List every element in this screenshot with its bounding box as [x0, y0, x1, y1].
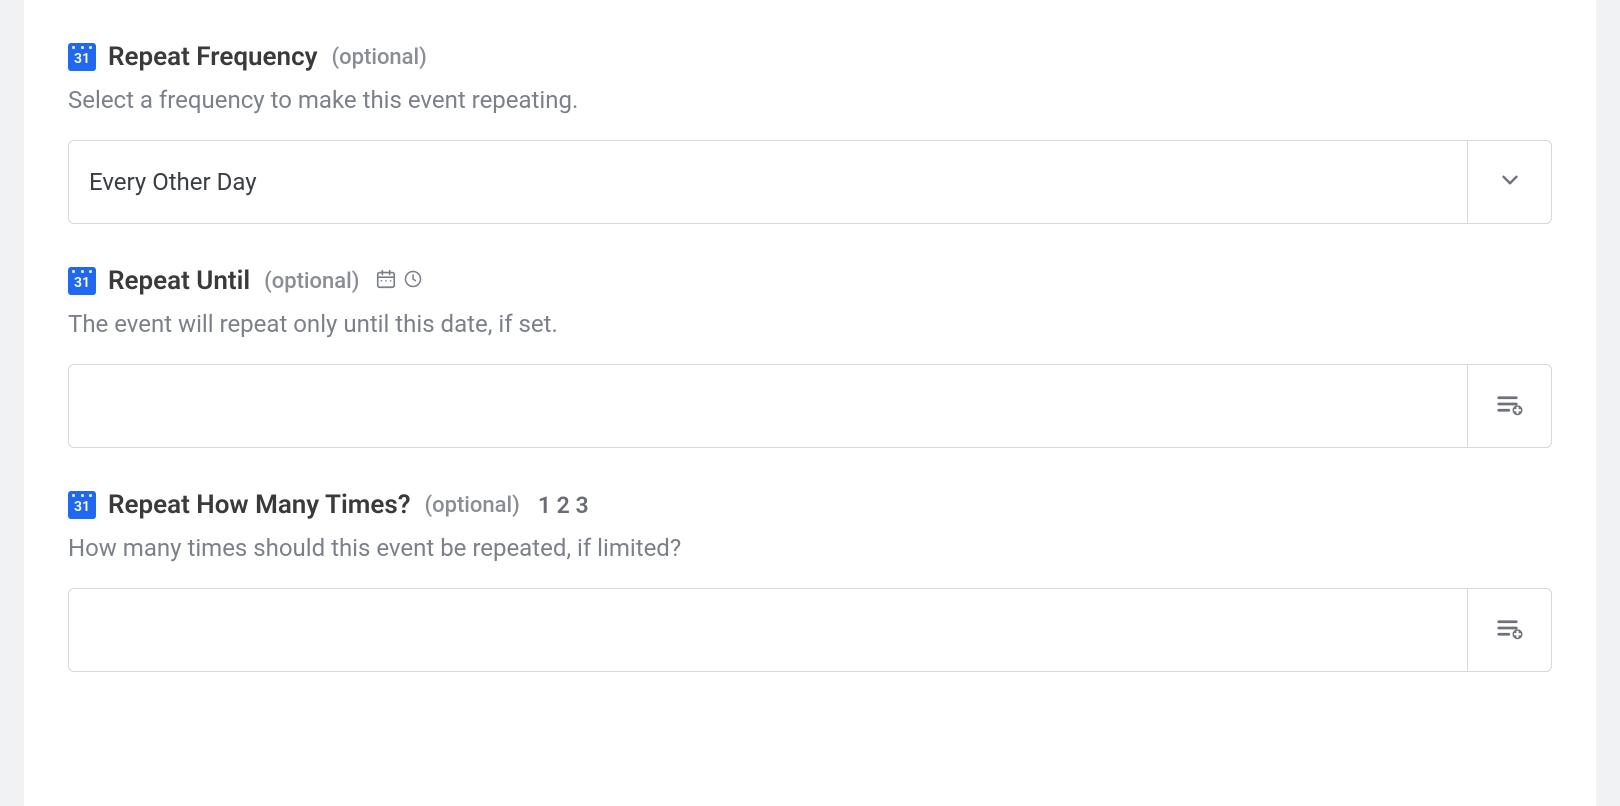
field-repeat-until: 31 Repeat Until (optional): [68, 224, 1552, 448]
field-repeat-count: 31 Repeat How Many Times? (optional) 1 2…: [68, 448, 1552, 672]
calendar-icon-day: 31: [74, 275, 90, 291]
insert-data-button[interactable]: [1467, 365, 1551, 447]
repeat-count-input[interactable]: [89, 615, 1447, 645]
repeat-frequency-select[interactable]: Every Other Day: [68, 140, 1552, 224]
type-hint-datetime: [375, 268, 423, 294]
calendar-icon: 31: [68, 43, 96, 71]
repeat-until-input[interactable]: [89, 391, 1447, 421]
optional-badge: (optional): [332, 45, 427, 70]
repeat-count-input-cell: [69, 589, 1467, 671]
repeat-until-input-cell: [69, 365, 1467, 447]
calendar-icon-day: 31: [74, 499, 90, 515]
optional-badge: (optional): [425, 493, 520, 518]
field-description: Select a frequency to make this event re…: [68, 86, 1552, 114]
field-description: How many times should this event be repe…: [68, 534, 1552, 562]
calendar-icon: 31: [68, 491, 96, 519]
type-hint-number: 1 2 3: [538, 492, 589, 519]
list-add-icon: [1495, 389, 1525, 423]
repeat-until-input-wrap: [68, 364, 1552, 448]
field-description: The event will repeat only until this da…: [68, 310, 1552, 338]
calendar-icon-day: 31: [74, 51, 90, 67]
calendar-icon: 31: [68, 267, 96, 295]
clock-icon: [403, 269, 423, 293]
field-label: Repeat Frequency: [108, 42, 318, 72]
list-add-icon: [1495, 613, 1525, 647]
field-label: Repeat Until: [108, 266, 250, 296]
label-row: 31 Repeat Frequency (optional): [68, 42, 1552, 72]
field-label: Repeat How Many Times?: [108, 490, 411, 520]
field-repeat-frequency: 31 Repeat Frequency (optional) Select a …: [68, 0, 1552, 224]
repeat-count-input-wrap: [68, 588, 1552, 672]
insert-data-button[interactable]: [1467, 589, 1551, 671]
chevron-down-icon: [1497, 167, 1523, 197]
optional-badge: (optional): [264, 269, 359, 294]
calendar-outline-icon: [375, 268, 397, 294]
label-row: 31 Repeat How Many Times? (optional) 1 2…: [68, 490, 1552, 520]
label-row: 31 Repeat Until (optional): [68, 266, 1552, 296]
form-card: 31 Repeat Frequency (optional) Select a …: [24, 0, 1596, 806]
dropdown-toggle[interactable]: [1467, 141, 1551, 223]
repeat-frequency-value[interactable]: Every Other Day: [69, 141, 1467, 223]
